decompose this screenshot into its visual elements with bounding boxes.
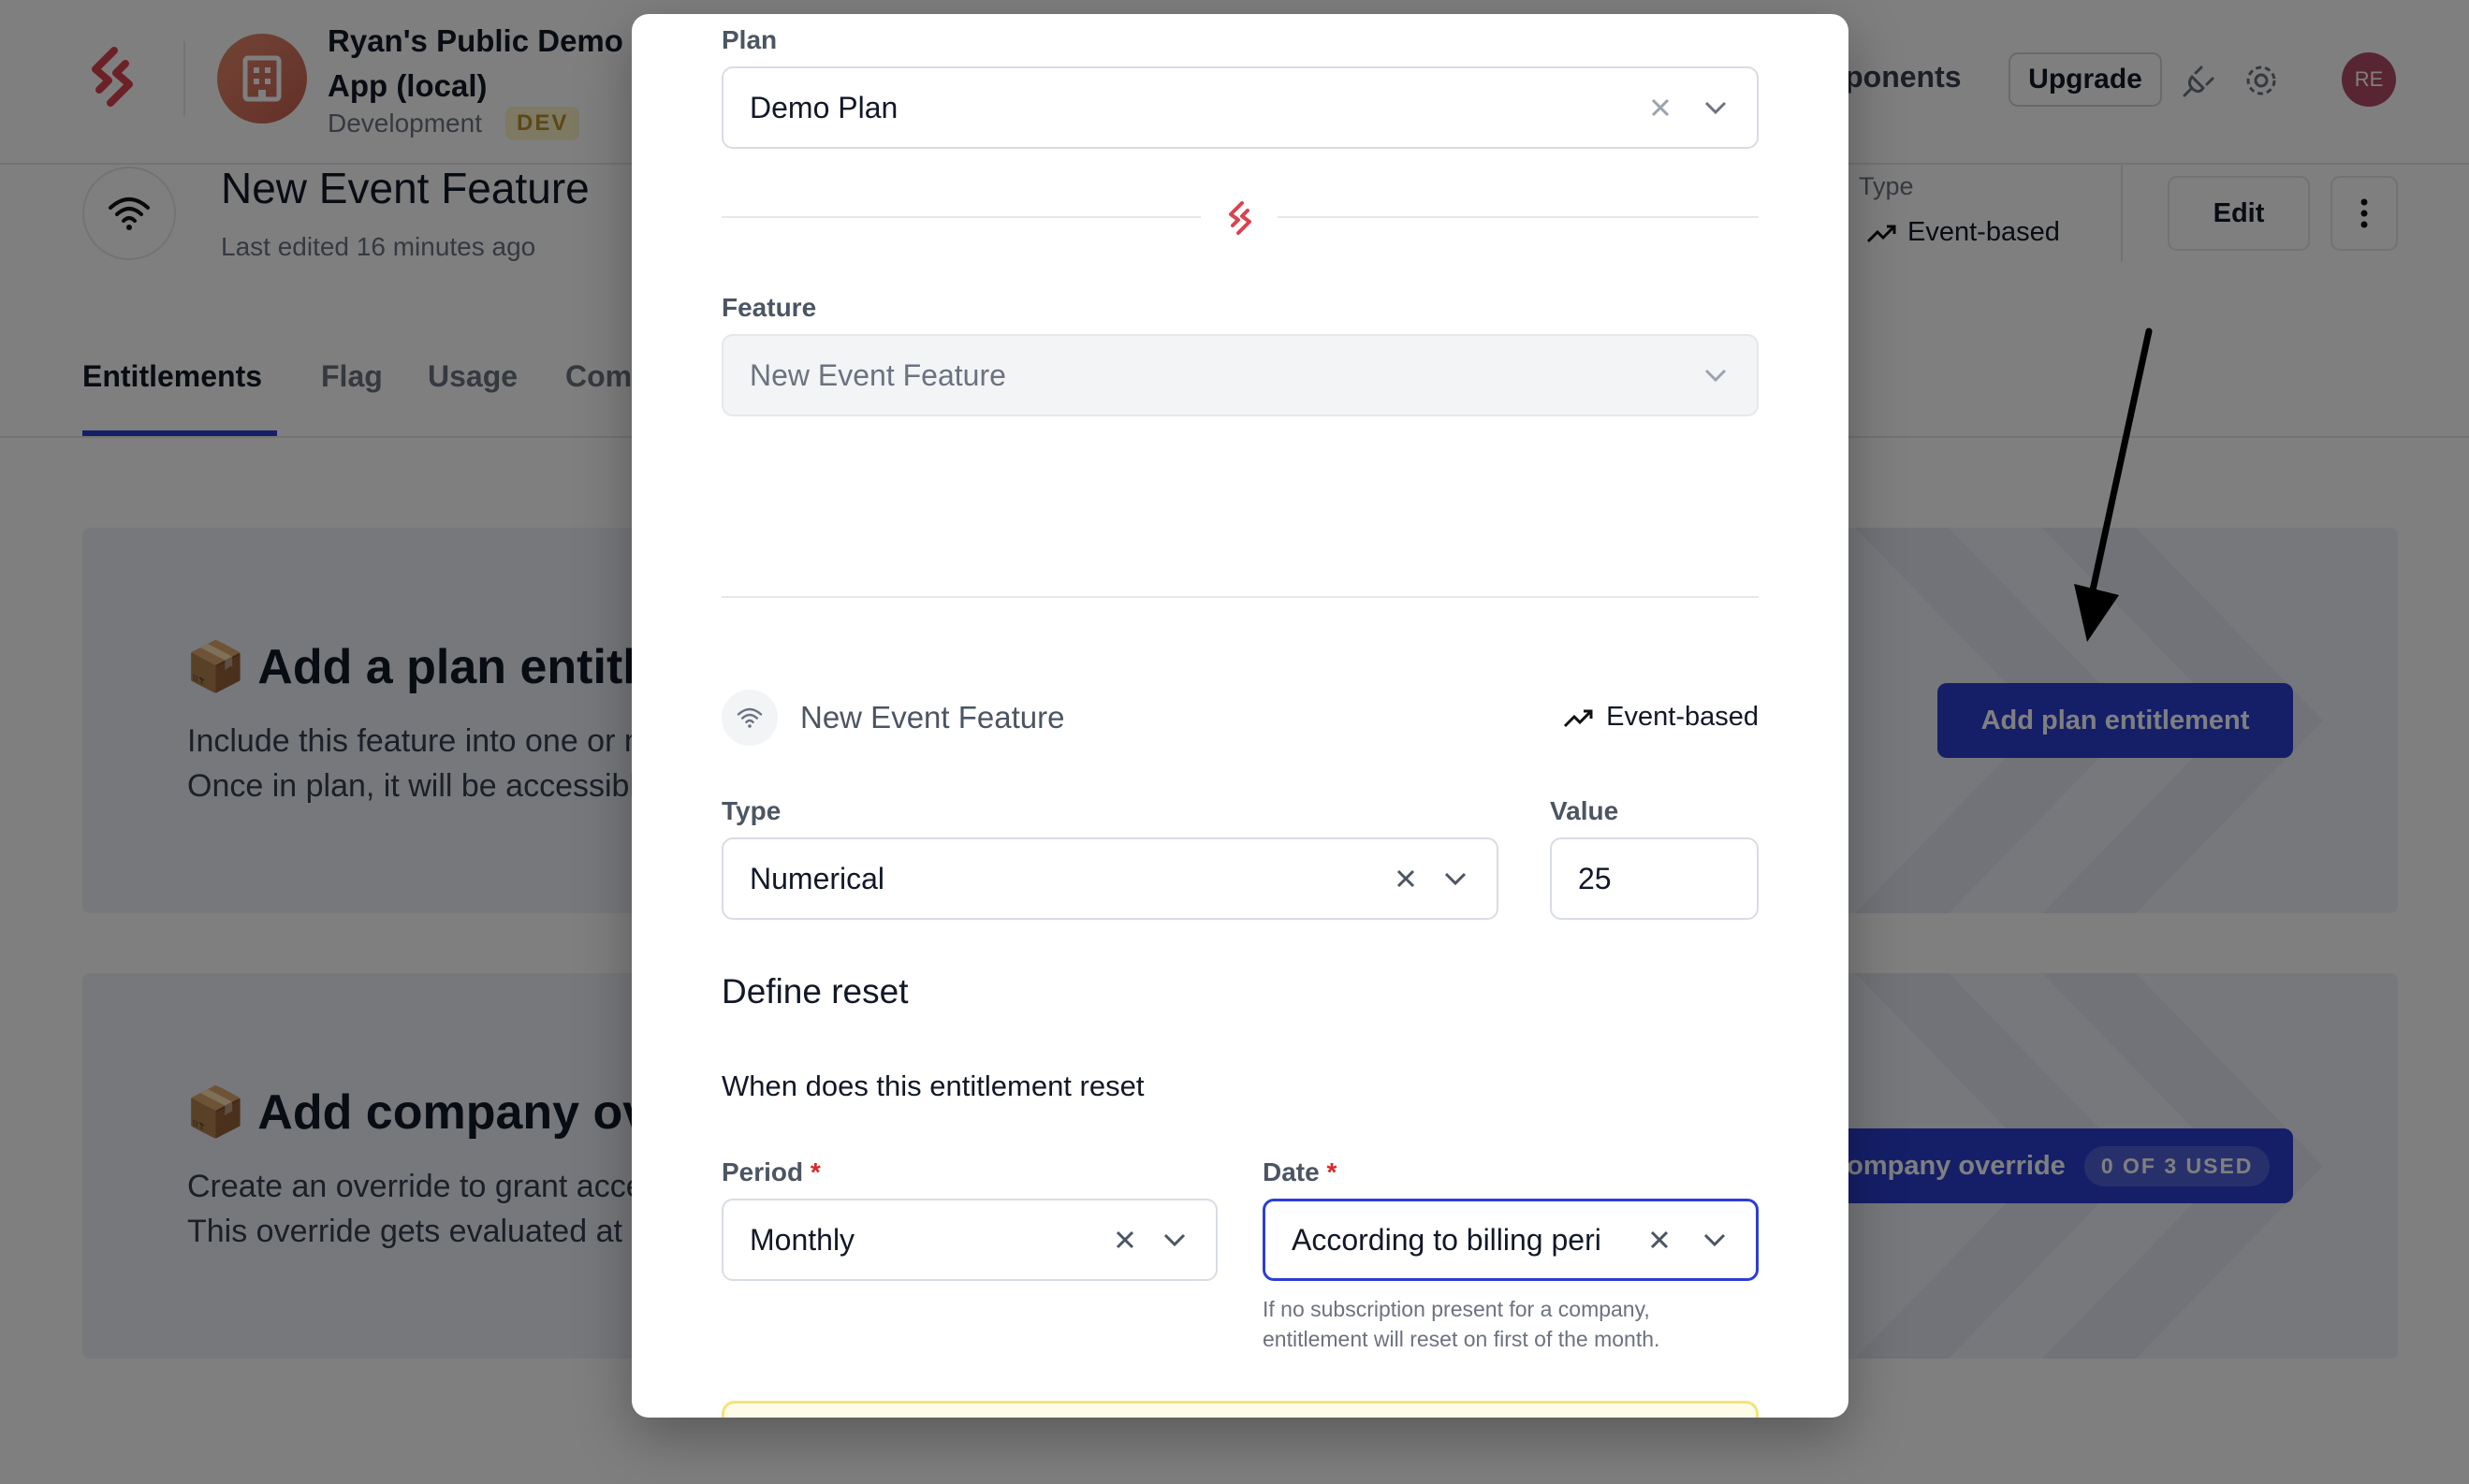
chevron-down-icon[interactable] bbox=[1163, 1200, 1186, 1279]
feature-row-name: New Event Feature bbox=[800, 700, 1065, 735]
clear-icon[interactable] bbox=[1649, 1201, 1670, 1278]
feature-select: New Event Feature bbox=[722, 334, 1759, 416]
schematic-logo-icon bbox=[1229, 201, 1251, 235]
reset-question: When does this entitlement reset bbox=[722, 1069, 1145, 1102]
chevron-down-icon[interactable] bbox=[1704, 68, 1727, 147]
plan-select-value: Demo Plan bbox=[750, 90, 898, 124]
chevron-down-icon bbox=[1704, 336, 1727, 415]
clear-icon[interactable] bbox=[1395, 839, 1416, 918]
chevron-down-icon[interactable] bbox=[1444, 839, 1467, 918]
feature-row-type-text: Event-based bbox=[1606, 702, 1759, 732]
clear-icon[interactable] bbox=[1650, 68, 1671, 147]
type-select-value: Numerical bbox=[750, 861, 885, 895]
value-input-text: 25 bbox=[1578, 861, 1612, 895]
date-select[interactable]: According to billing period bbox=[1263, 1199, 1759, 1281]
chevron-down-icon[interactable] bbox=[1703, 1201, 1726, 1278]
feature-label: Feature bbox=[722, 293, 817, 322]
period-label-text: Period bbox=[722, 1157, 804, 1186]
divider bbox=[1278, 216, 1759, 218]
annotation-arrow-icon bbox=[2074, 327, 2153, 642]
wifi-icon bbox=[737, 707, 763, 728]
value-label: Value bbox=[1550, 796, 1619, 825]
feature-icon bbox=[722, 690, 778, 746]
divider bbox=[722, 216, 1201, 218]
date-select-value: According to billing period bbox=[1292, 1222, 1600, 1257]
type-label: Type bbox=[722, 796, 782, 825]
required-mark: * bbox=[810, 1157, 821, 1186]
plan-entitlement-modal: Plan Demo Plan Feature New Event Feature… bbox=[632, 14, 1848, 1418]
value-input[interactable]: 25 bbox=[1550, 837, 1759, 920]
date-hint: entitlement will reset on first of the m… bbox=[1263, 1327, 1660, 1351]
feature-row-type: Event-based bbox=[1563, 702, 1759, 733]
plan-label: Plan bbox=[722, 25, 778, 54]
required-mark: * bbox=[1326, 1157, 1337, 1186]
divider bbox=[722, 596, 1759, 598]
trend-up-icon bbox=[1564, 709, 1593, 727]
date-label-text: Date bbox=[1263, 1157, 1320, 1186]
plan-select[interactable]: Demo Plan bbox=[722, 66, 1759, 149]
period-label: Period * bbox=[722, 1157, 821, 1187]
period-select-value: Monthly bbox=[750, 1222, 855, 1257]
date-hint: If no subscription present for a company… bbox=[1263, 1297, 1650, 1321]
period-select[interactable]: Monthly bbox=[722, 1199, 1218, 1281]
type-select[interactable]: Numerical bbox=[722, 837, 1498, 920]
date-label: Date * bbox=[1263, 1157, 1337, 1187]
define-reset-heading: Define reset bbox=[722, 972, 909, 1011]
feature-select-value: New Event Feature bbox=[750, 357, 1006, 392]
warning-callout bbox=[722, 1401, 1759, 1418]
clear-icon[interactable] bbox=[1115, 1200, 1135, 1279]
